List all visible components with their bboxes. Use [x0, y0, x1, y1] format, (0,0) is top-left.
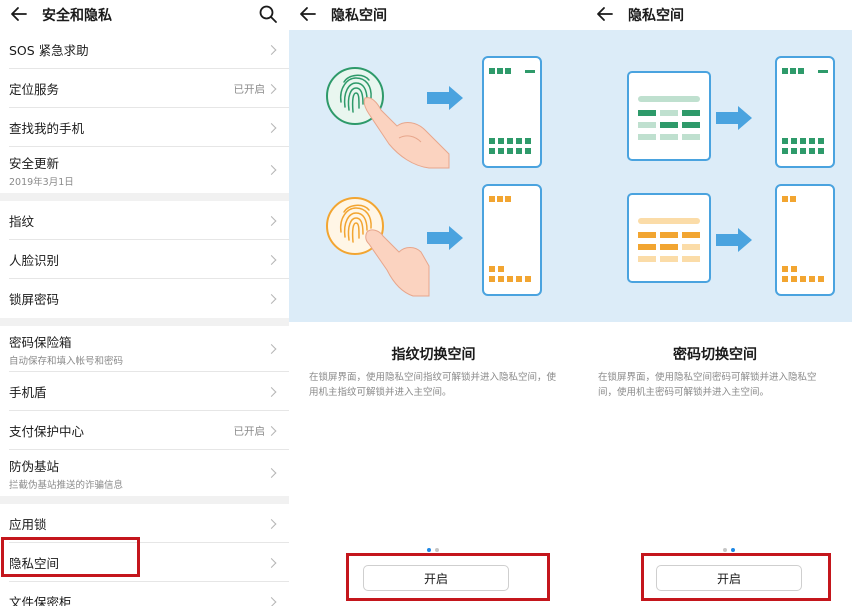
settings-row-label: 应用锁	[9, 517, 47, 532]
settings-row[interactable]: SOS 紧急求助	[0, 30, 289, 69]
settings-row[interactable]: 支付保护中心 已开启	[0, 411, 289, 450]
chevron-right-icon	[266, 44, 277, 55]
settings-row-label: 支付保护中心	[9, 424, 85, 439]
page-indicator	[723, 548, 735, 552]
settings-row[interactable]: 防伪基站拦截伪基站推送的诈骗信息	[0, 450, 289, 496]
settings-row-label: 锁屏密码	[9, 292, 60, 307]
chevron-right-icon	[266, 425, 277, 436]
header: 隐私空间	[289, 0, 578, 30]
security-privacy-panel: 安全和隐私 SOS 紧急求助 定位服务 已开启 查找我的手机 安全更新 2019年3月1日…	[0, 0, 289, 606]
phone-icon	[775, 184, 835, 296]
chevron-right-icon	[266, 557, 277, 568]
settings-row-label: 隐私空间	[9, 556, 60, 571]
settings-row-label: SOS 紧急求助	[9, 43, 89, 58]
group-separator	[0, 496, 289, 504]
settings-row-label: 手机盾	[9, 385, 47, 400]
header: 安全和隐私	[0, 0, 289, 30]
settings-row[interactable]: 手机盾	[0, 372, 289, 411]
privacy-space-panel-password: 隐私空间 密码切换空间 在锁屏界面，使用隐私空间密码可解锁并进入隐私空间，使用机…	[578, 0, 852, 606]
settings-row[interactable]: 应用锁	[0, 504, 289, 543]
settings-row-label: 人脸识别	[9, 253, 60, 268]
settings-row[interactable]: 隐私空间	[0, 543, 289, 582]
settings-row-subtitle: 2019年3月1日	[9, 176, 74, 188]
privacy-space-panel-fingerprint: 隐私空间 指纹切换空间 在锁屏界面，使用隐私空间指纹可解锁并进入隐私空间，使用机…	[289, 0, 578, 606]
page-dot-1	[427, 548, 431, 552]
settings-row[interactable]: 密码保险箱自动保存和填入帐号和密码	[0, 326, 289, 372]
page-dot-2	[435, 548, 439, 552]
hand-icon	[365, 229, 430, 297]
chevron-right-icon	[266, 165, 277, 175]
chevron-right-icon	[266, 518, 277, 529]
feature-title: 密码切换空间	[673, 347, 757, 363]
settings-row[interactable]: 锁屏密码	[0, 279, 289, 318]
chevron-right-icon	[266, 386, 277, 397]
settings-row-label: 防伪基站	[9, 458, 60, 474]
settings-row-label: 安全更新	[9, 155, 60, 171]
password-illustration	[578, 30, 852, 322]
back-arrow-icon[interactable]	[297, 3, 319, 25]
settings-row-label: 指纹	[9, 214, 35, 229]
page-indicator	[427, 548, 439, 552]
password-keypad-icon	[627, 71, 711, 161]
arrow-right-icon	[427, 226, 463, 250]
settings-row-label: 定位服务	[9, 82, 60, 97]
back-arrow-icon[interactable]	[8, 3, 30, 25]
page-dot-1	[723, 548, 727, 552]
settings-row-label: 密码保险箱	[9, 334, 72, 350]
chevron-right-icon	[266, 215, 277, 226]
hand-icon	[363, 97, 450, 169]
settings-row-status: 已开启	[233, 425, 266, 437]
group-separator	[0, 193, 289, 201]
phone-icon	[482, 184, 542, 296]
group-separator	[0, 318, 289, 326]
back-arrow-icon[interactable]	[594, 3, 616, 25]
settings-row-subtitle: 自动保存和填入帐号和密码	[9, 355, 124, 367]
arrow-right-icon	[716, 106, 752, 130]
settings-row[interactable]: 人脸识别	[0, 240, 289, 279]
settings-row[interactable]: 定位服务 已开启	[0, 69, 289, 108]
feature-description: 在锁屏界面，使用隐私空间密码可解锁并进入隐私空间，使用机主密码可解锁并进入主空间…	[598, 372, 817, 398]
settings-row-subtitle: 拦截伪基站推送的诈骗信息	[9, 479, 124, 491]
chevron-right-icon	[266, 83, 277, 94]
chevron-right-icon	[266, 293, 277, 304]
header: 隐私空间	[578, 0, 852, 30]
page-title: 安全和隐私	[42, 8, 112, 24]
enable-button[interactable]: 开启	[656, 565, 802, 591]
settings-row[interactable]: 安全更新 2019年3月1日	[0, 147, 289, 193]
page-title: 隐私空间	[628, 8, 684, 24]
chevron-right-icon	[266, 468, 277, 478]
arrow-right-icon	[427, 86, 463, 110]
phone-icon	[775, 56, 835, 168]
settings-row[interactable]: 查找我的手机	[0, 108, 289, 147]
settings-row-label: 文件保密柜	[9, 595, 72, 606]
page-dot-2	[731, 548, 735, 552]
password-keypad-icon	[627, 193, 711, 283]
arrow-right-icon	[716, 228, 752, 252]
chevron-right-icon	[266, 344, 277, 354]
search-icon[interactable]	[257, 3, 279, 25]
settings-row[interactable]: 文件保密柜	[0, 582, 289, 606]
page-title: 隐私空间	[331, 8, 387, 24]
settings-row-status: 已开启	[233, 83, 266, 95]
settings-row[interactable]: 指纹	[0, 201, 289, 240]
fingerprint-illustration	[289, 30, 578, 322]
chevron-right-icon	[266, 254, 277, 265]
chevron-right-icon	[266, 596, 277, 606]
feature-title: 指纹切换空间	[391, 347, 476, 363]
settings-list: SOS 紧急求助 定位服务 已开启 查找我的手机 安全更新 2019年3月1日 指纹 人脸识别…	[0, 30, 289, 606]
enable-button[interactable]: 开启	[363, 565, 509, 591]
feature-description: 在锁屏界面，使用隐私空间指纹可解锁并进入隐私空间，使用机主指纹可解锁并进入主空间…	[309, 372, 557, 398]
chevron-right-icon	[266, 122, 277, 133]
phone-icon	[482, 56, 542, 168]
settings-row-label: 查找我的手机	[9, 121, 85, 136]
